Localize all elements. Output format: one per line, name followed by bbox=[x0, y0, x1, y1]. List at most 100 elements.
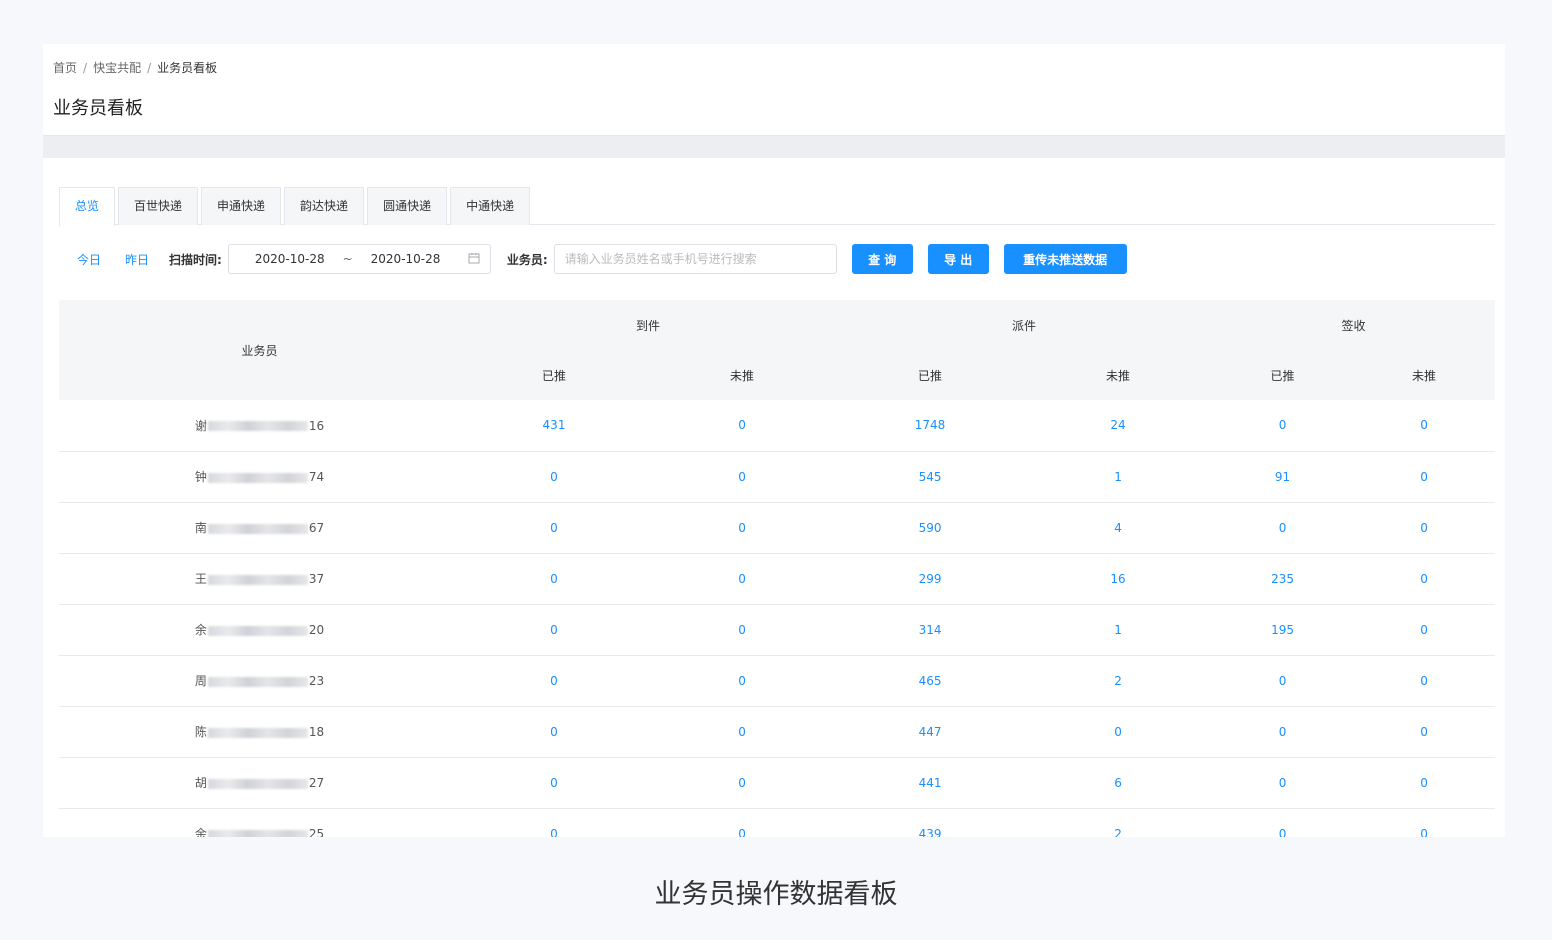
count-cell[interactable]: 235 bbox=[1212, 553, 1354, 605]
salesman-name-cell: 胡 27 bbox=[59, 757, 460, 809]
table-row: 胡 27 0 0 441 6 0 0 bbox=[59, 757, 1496, 809]
count-cell[interactable]: 6 bbox=[1024, 757, 1213, 809]
count-cell[interactable]: 0 bbox=[1353, 757, 1496, 809]
redacted-text bbox=[207, 421, 308, 432]
export-button[interactable]: 导 出 bbox=[927, 244, 989, 274]
count-cell[interactable]: 0 bbox=[460, 757, 648, 809]
table-row: 陈 18 0 0 447 0 0 0 bbox=[59, 706, 1496, 758]
salesman-name-prefix: 谢 bbox=[194, 418, 207, 433]
count-cell[interactable]: 314 bbox=[836, 604, 1025, 656]
count-cell[interactable]: 0 bbox=[648, 502, 837, 554]
sub-header-unpushed: 未推 bbox=[1353, 350, 1496, 400]
count-cell[interactable]: 0 bbox=[460, 553, 648, 605]
count-cell[interactable]: 0 bbox=[648, 604, 837, 656]
count-cell[interactable]: 0 bbox=[460, 451, 648, 503]
tab-yunda-express[interactable]: 韵达快递 bbox=[284, 187, 365, 225]
calendar-icon[interactable] bbox=[468, 252, 480, 267]
salesman-name-cell: 周 23 bbox=[59, 655, 460, 707]
count-cell[interactable]: 91 bbox=[1212, 451, 1354, 503]
count-cell[interactable]: 0 bbox=[1353, 808, 1496, 837]
redacted-text bbox=[207, 625, 308, 636]
redacted-text bbox=[207, 676, 308, 687]
table-row: 南 67 0 0 590 4 0 0 bbox=[59, 502, 1496, 554]
table-row: 余 25 0 0 439 2 0 0 bbox=[59, 808, 1496, 837]
count-cell[interactable]: 0 bbox=[648, 400, 837, 452]
tab-yto-express[interactable]: 圆通快递 bbox=[367, 187, 448, 225]
salesman-name-prefix: 南 bbox=[194, 521, 207, 535]
count-cell[interactable]: 0 bbox=[1353, 400, 1496, 452]
today-button[interactable]: 今日 bbox=[77, 251, 101, 268]
breadcrumb-home[interactable]: 首页 bbox=[53, 59, 77, 76]
scan-time-label: 扫描时间: bbox=[169, 252, 222, 267]
tab-zto-express[interactable]: 中通快递 bbox=[450, 187, 531, 225]
count-cell[interactable]: 0 bbox=[1353, 655, 1496, 707]
date-start[interactable]: 2020-10-28 bbox=[255, 252, 325, 266]
count-cell[interactable]: 431 bbox=[460, 400, 648, 452]
tab-overview[interactable]: 总览 bbox=[59, 187, 116, 226]
count-cell[interactable]: 195 bbox=[1212, 604, 1354, 656]
count-cell[interactable]: 299 bbox=[836, 553, 1025, 605]
redacted-text bbox=[207, 472, 308, 483]
query-button[interactable]: 查 询 bbox=[851, 244, 913, 274]
breadcrumb-separator: / bbox=[83, 60, 88, 75]
count-cell[interactable]: 4 bbox=[1024, 502, 1213, 554]
count-cell[interactable]: 24 bbox=[1024, 400, 1213, 452]
count-cell[interactable]: 0 bbox=[648, 808, 837, 837]
sub-header-unpushed: 未推 bbox=[1024, 350, 1213, 400]
count-cell[interactable]: 0 bbox=[1212, 808, 1354, 837]
count-cell[interactable]: 0 bbox=[648, 655, 837, 707]
count-cell[interactable]: 0 bbox=[1212, 502, 1354, 554]
salesman-name-prefix: 周 bbox=[194, 674, 207, 688]
count-cell[interactable]: 0 bbox=[1353, 502, 1496, 554]
count-cell[interactable]: 0 bbox=[1212, 706, 1354, 758]
salesman-search-input[interactable] bbox=[553, 244, 837, 274]
tab-best-express[interactable]: 百世快递 bbox=[118, 187, 199, 225]
sub-header-pushed: 已推 bbox=[1212, 350, 1354, 400]
count-cell[interactable]: 0 bbox=[1353, 604, 1496, 656]
date-end[interactable]: 2020-10-28 bbox=[371, 252, 441, 266]
count-cell[interactable]: 2 bbox=[1024, 655, 1213, 707]
count-cell[interactable]: 16 bbox=[1024, 553, 1213, 605]
count-cell[interactable]: 0 bbox=[648, 553, 837, 605]
count-cell[interactable]: 590 bbox=[836, 502, 1025, 554]
count-cell[interactable]: 0 bbox=[460, 604, 648, 656]
count-cell[interactable]: 2 bbox=[1024, 808, 1213, 837]
main-panel: 首页 / 快宝共配 / 业务员看板 业务员看板 总览 百世快递 申通快递 韵达快… bbox=[43, 44, 1505, 837]
salesman-name-cell: 余 20 bbox=[59, 604, 460, 656]
count-cell[interactable]: 0 bbox=[1353, 706, 1496, 758]
count-cell[interactable]: 0 bbox=[1024, 706, 1213, 758]
count-cell[interactable]: 0 bbox=[1212, 655, 1354, 707]
count-cell[interactable]: 1748 bbox=[836, 400, 1025, 452]
count-cell[interactable]: 439 bbox=[836, 808, 1025, 837]
breadcrumb-kuaibao[interactable]: 快宝共配 bbox=[93, 59, 141, 76]
yesterday-button[interactable]: 昨日 bbox=[125, 251, 149, 268]
tab-sto-express[interactable]: 申通快递 bbox=[201, 187, 282, 225]
count-cell[interactable]: 0 bbox=[460, 706, 648, 758]
count-cell[interactable]: 465 bbox=[836, 655, 1025, 707]
count-cell[interactable]: 1 bbox=[1024, 604, 1213, 656]
count-cell[interactable]: 0 bbox=[648, 757, 837, 809]
salesman-phone-suffix: 18 bbox=[308, 725, 325, 739]
count-cell[interactable]: 0 bbox=[460, 808, 648, 837]
count-cell[interactable]: 0 bbox=[460, 655, 648, 707]
filter-bar: 今日 昨日 扫描时间: 2020-10-28 ~ 2020-10-28 业务员:… bbox=[59, 244, 1127, 274]
breadcrumb-separator: / bbox=[147, 60, 152, 75]
count-cell[interactable]: 0 bbox=[1353, 553, 1496, 605]
count-cell[interactable]: 0 bbox=[1353, 451, 1496, 503]
reupload-button[interactable]: 重传未推送数据 bbox=[1003, 244, 1127, 274]
count-cell[interactable]: 441 bbox=[836, 757, 1025, 809]
count-cell[interactable]: 447 bbox=[836, 706, 1025, 758]
count-cell[interactable]: 0 bbox=[460, 502, 648, 554]
date-range-picker[interactable]: 2020-10-28 ~ 2020-10-28 bbox=[227, 244, 491, 274]
count-cell[interactable]: 0 bbox=[648, 451, 837, 503]
caption: 业务员操作数据看板 bbox=[654, 879, 898, 910]
count-cell[interactable]: 0 bbox=[1212, 757, 1354, 809]
date-range-separator: ~ bbox=[342, 252, 353, 266]
count-cell[interactable]: 0 bbox=[1212, 400, 1354, 452]
count-cell[interactable]: 1 bbox=[1024, 451, 1213, 503]
count-cell[interactable]: 545 bbox=[836, 451, 1025, 503]
redacted-text bbox=[207, 727, 308, 738]
count-cell[interactable]: 0 bbox=[648, 706, 837, 758]
table-row: 钟 74 0 0 545 1 91 0 bbox=[59, 451, 1496, 503]
salesman-phone-suffix: 20 bbox=[308, 623, 325, 637]
